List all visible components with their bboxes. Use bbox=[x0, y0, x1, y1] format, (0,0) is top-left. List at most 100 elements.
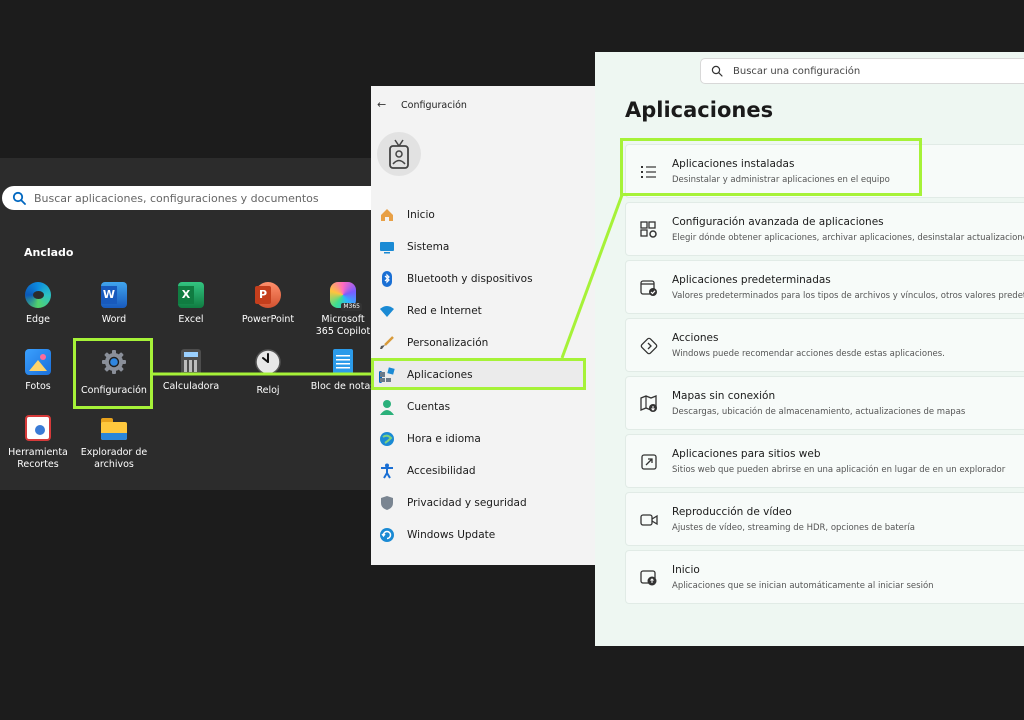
card-startup[interactable]: Inicio Aplicaciones que se inician autom… bbox=[625, 550, 1024, 604]
nav-item-label: Cuentas bbox=[407, 401, 451, 413]
accessibility-icon bbox=[379, 463, 395, 479]
pinned-app-powerpoint[interactable]: P PowerPoint bbox=[229, 282, 307, 326]
offline-maps-icon bbox=[640, 395, 657, 412]
back-arrow-icon[interactable]: ← bbox=[377, 98, 386, 111]
pinned-app-excel[interactable]: X Excel bbox=[152, 282, 230, 326]
card-title: Configuración avanzada de aplicaciones bbox=[672, 216, 884, 228]
card-title: Inicio bbox=[672, 564, 700, 576]
installed-apps-highlight bbox=[620, 138, 922, 196]
badge-person-icon bbox=[389, 139, 409, 169]
file-explorer-icon bbox=[101, 415, 127, 441]
windows-update-icon bbox=[379, 527, 395, 543]
nav-item-network[interactable]: Red e Internet bbox=[379, 298, 587, 324]
app-label: Microsoft 365 Copilot bbox=[315, 314, 371, 337]
card-title: Acciones bbox=[672, 332, 719, 344]
settings-app-highlight bbox=[73, 338, 153, 409]
app-label: Herramienta Recortes bbox=[8, 447, 68, 470]
nav-item-system[interactable]: Sistema bbox=[379, 234, 587, 260]
pinned-app-clock[interactable]: Reloj bbox=[229, 349, 307, 397]
nav-item-accessibility[interactable]: Accesibilidad bbox=[379, 458, 587, 484]
nav-item-personalization[interactable]: Personalización bbox=[379, 330, 587, 356]
pinned-app-edge[interactable]: Edge bbox=[0, 282, 77, 326]
pinned-app-notepad[interactable]: Bloc de notas bbox=[304, 349, 372, 393]
nav-item-apps[interactable]: Aplicaciones bbox=[379, 362, 587, 388]
clock-icon bbox=[255, 349, 281, 375]
notepad-icon bbox=[333, 349, 353, 375]
nav-item-label: Personalización bbox=[407, 337, 489, 349]
powerpoint-icon: P bbox=[255, 282, 281, 308]
card-description: Sitios web que pueden abrirse en una apl… bbox=[672, 465, 1006, 475]
card-actions[interactable]: Acciones Windows puede recomendar accion… bbox=[625, 318, 1024, 372]
settings-window-title: Configuración bbox=[401, 100, 467, 111]
card-description: Windows puede recomendar acciones desde … bbox=[672, 349, 945, 359]
pinned-app-photos[interactable]: Fotos bbox=[0, 349, 77, 393]
calculator-icon bbox=[181, 349, 201, 375]
nav-item-windows-update[interactable]: Windows Update bbox=[379, 522, 587, 548]
card-description: Aplicaciones que se inician automáticame… bbox=[672, 581, 934, 591]
pinned-app-calculator[interactable]: Calculadora bbox=[152, 349, 230, 393]
network-icon bbox=[379, 303, 395, 319]
time-language-icon bbox=[379, 431, 395, 447]
excel-icon: X bbox=[178, 282, 204, 308]
nav-item-time-language[interactable]: Hora e idioma bbox=[379, 426, 587, 452]
nav-item-label: Windows Update bbox=[407, 529, 496, 541]
search-icon bbox=[711, 65, 723, 77]
nav-item-label: Sistema bbox=[407, 241, 450, 253]
shield-icon bbox=[379, 495, 395, 511]
nav-item-home[interactable]: Inicio bbox=[379, 202, 587, 228]
card-default-apps[interactable]: Aplicaciones predeterminadas Valores pre… bbox=[625, 260, 1024, 314]
start-menu: Anclado Edge W Word X Excel P PowerPoint… bbox=[0, 158, 372, 490]
nav-item-label: Bluetooth y dispositivos bbox=[407, 273, 533, 285]
nav-item-privacy-security[interactable]: Privacidad y seguridad bbox=[379, 490, 587, 516]
card-description: Descargas, ubicación de almacenamiento, … bbox=[672, 407, 966, 417]
pinned-app-m365-copilot[interactable]: M365 Microsoft 365 Copilot bbox=[304, 282, 372, 338]
startup-icon bbox=[640, 570, 657, 586]
search-icon bbox=[12, 191, 26, 205]
home-icon bbox=[379, 207, 395, 223]
m365-badge: M365 bbox=[341, 303, 362, 311]
card-title: Aplicaciones para sitios web bbox=[672, 448, 821, 460]
app-label: Excel bbox=[178, 314, 204, 325]
photos-icon bbox=[25, 349, 51, 375]
app-label: Fotos bbox=[25, 381, 51, 392]
advanced-apps-icon bbox=[640, 221, 657, 238]
app-label: Calculadora bbox=[162, 381, 220, 392]
default-apps-icon bbox=[640, 280, 657, 296]
card-title: Reproducción de vídeo bbox=[672, 506, 792, 518]
nav-item-label: Privacidad y seguridad bbox=[407, 497, 527, 509]
pinned-app-file-explorer[interactable]: Explorador de archivos bbox=[75, 415, 153, 471]
app-label: Reloj bbox=[256, 385, 280, 396]
edge-icon bbox=[25, 282, 51, 308]
settings-search-box[interactable] bbox=[700, 58, 1024, 84]
card-video-playback[interactable]: Reproducción de vídeo Ajustes de vídeo, … bbox=[625, 492, 1024, 546]
brush-icon bbox=[379, 335, 395, 351]
start-search-box[interactable] bbox=[2, 186, 372, 210]
page-title: Aplicaciones bbox=[625, 98, 774, 122]
nav-item-bluetooth[interactable]: Bluetooth y dispositivos bbox=[379, 266, 587, 292]
pinned-app-word[interactable]: W Word bbox=[75, 282, 153, 326]
card-advanced-app-settings[interactable]: Configuración avanzada de aplicaciones E… bbox=[625, 202, 1024, 256]
card-apps-for-websites[interactable]: Aplicaciones para sitios web Sitios web … bbox=[625, 434, 1024, 488]
snipping-tool-icon bbox=[25, 415, 51, 441]
card-description: Ajustes de vídeo, streaming de HDR, opci… bbox=[672, 523, 915, 533]
system-icon bbox=[379, 239, 395, 255]
word-icon: W bbox=[101, 282, 127, 308]
start-search-input[interactable] bbox=[32, 190, 372, 206]
settings-navigation-pane: ← Configuración Inicio Sistema Bluetooth… bbox=[371, 86, 595, 565]
pinned-section-title: Anclado bbox=[24, 246, 74, 259]
card-description: Valores predeterminados para los tipos d… bbox=[672, 291, 1024, 301]
nav-item-label: Red e Internet bbox=[407, 305, 482, 317]
card-title: Mapas sin conexión bbox=[672, 390, 776, 402]
settings-search-input[interactable] bbox=[731, 64, 1024, 78]
nav-item-accounts[interactable]: Cuentas bbox=[379, 394, 587, 420]
card-title: Aplicaciones predeterminadas bbox=[672, 274, 831, 286]
accounts-icon bbox=[379, 399, 395, 415]
avatar[interactable] bbox=[377, 132, 421, 176]
card-description: Elegir dónde obtener aplicaciones, archi… bbox=[672, 233, 1024, 243]
app-label: Explorador de archivos bbox=[80, 447, 148, 470]
bluetooth-icon bbox=[379, 271, 395, 287]
app-label: PowerPoint bbox=[241, 314, 295, 325]
pinned-app-snipping-tool[interactable]: Herramienta Recortes bbox=[0, 415, 77, 471]
m365-copilot-icon: M365 bbox=[330, 282, 362, 311]
card-offline-maps[interactable]: Mapas sin conexión Descargas, ubicación … bbox=[625, 376, 1024, 430]
